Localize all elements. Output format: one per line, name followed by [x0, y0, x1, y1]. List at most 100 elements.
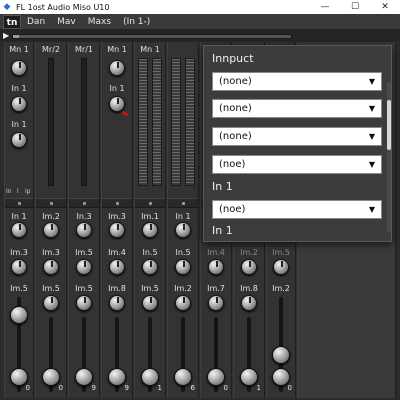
chevron-down-icon: ▼ [368, 132, 375, 141]
send-knob[interactable] [175, 222, 191, 238]
input-dropdown-2[interactable]: (none) ▼ [212, 99, 382, 118]
fader-knob[interactable] [272, 346, 290, 364]
position-slider[interactable] [12, 34, 292, 39]
knob[interactable] [11, 96, 27, 112]
position-fill [13, 35, 19, 38]
send-label: In.5 [142, 248, 158, 257]
send-label: Im.5 [75, 284, 93, 293]
input-dropdown-1[interactable]: (none) ▼ [212, 72, 382, 91]
send-knob[interactable] [241, 259, 257, 275]
level-slot [81, 58, 87, 186]
maximize-button[interactable]: ☐ [340, 0, 370, 14]
fl-logo-icon: ◆ [3, 2, 11, 12]
channel-value: 0 [287, 384, 292, 392]
input-dropdown-4[interactable]: (noe) ▼ [212, 155, 382, 174]
fader-knob[interactable] [10, 306, 28, 324]
section-divider [5, 198, 33, 208]
send-label: Im.2 [272, 284, 290, 293]
mixer-strip-1: Mn 1 In 1 In 1 In l ip In 1 Im.3 Im.5 0 [4, 42, 34, 398]
send-label: Im.3 [10, 248, 28, 257]
send-knob[interactable] [76, 295, 92, 311]
section-heading: In 1 [212, 180, 233, 193]
strip-name: Mr/2 [42, 45, 60, 54]
send-label: Im.2 [42, 212, 60, 221]
menu-item-mav[interactable]: Mav [57, 17, 76, 27]
window-title: FL 1ost Audio Miso U10 [16, 2, 110, 12]
send-label: In.3 [76, 212, 92, 221]
send-label: Im.2 [174, 284, 192, 293]
chevron-down-icon: ▼ [368, 104, 375, 113]
knob[interactable] [11, 132, 27, 148]
menu-item-input[interactable]: (In 1-) [123, 17, 150, 27]
dropdown-value: (noe) [219, 204, 246, 215]
level-meter [138, 58, 148, 186]
dropdown-value: (noe) [219, 159, 246, 170]
menu-item-maxs[interactable]: Maxs [88, 17, 111, 27]
fader-knob[interactable] [108, 368, 126, 386]
app-logo[interactable]: tn [3, 14, 21, 29]
send-knob[interactable] [175, 295, 191, 311]
mixer-strip-3: Mr/1 In.3 Im.5 Im.5 9 [68, 42, 100, 398]
fader-knob[interactable] [174, 368, 192, 386]
section-heading: In 1 [212, 224, 233, 237]
send-knob[interactable] [241, 295, 257, 311]
send-knob[interactable] [11, 222, 27, 238]
send-label: Im.5 [141, 284, 159, 293]
mixer-strip-4: Mn 1 In 1 Im.3 Im.4 Im.8 9 [101, 42, 133, 398]
io-label: l [17, 188, 19, 195]
close-button[interactable]: ✕ [370, 0, 400, 14]
fader-knob[interactable] [240, 368, 258, 386]
channel-value: 6 [190, 384, 195, 392]
send-knob[interactable] [273, 259, 289, 275]
send-label: Im.1 [141, 212, 159, 221]
send-knob[interactable] [11, 259, 27, 275]
send-knob[interactable] [109, 259, 125, 275]
send-knob[interactable] [208, 295, 224, 311]
send-knob[interactable] [43, 222, 59, 238]
send-knob[interactable] [76, 222, 92, 238]
mixer-strip-2: Mr/2 Im.2 Im.3 Im.5 0 [35, 42, 67, 398]
scrollbar-thumb[interactable] [387, 100, 391, 150]
panel-scrollbar[interactable] [387, 82, 391, 232]
input-dropdown-5[interactable]: (noe) ▼ [212, 200, 382, 219]
chevron-down-icon: ▼ [368, 77, 375, 86]
mixer-strip-5: Mn 1 Im.1 In.5 Im.5 1 [134, 42, 166, 398]
input-dropdown-3[interactable]: (none) ▼ [212, 127, 382, 146]
channel-value: 9 [91, 384, 96, 392]
io-label: ip [25, 188, 31, 195]
send-knob[interactable] [43, 295, 59, 311]
send-knob[interactable] [76, 259, 92, 275]
menu-bar: tn Dan Mav Maxs (In 1-) [0, 14, 400, 30]
minimize-button[interactable]: — [310, 0, 340, 14]
fader-knob[interactable] [207, 368, 225, 386]
title-bar: ◆ FL 1ost Audio Miso U10 — ☐ ✕ [0, 0, 400, 14]
panel-title: Innpuct [212, 52, 254, 65]
send-label: In 1 [11, 212, 27, 221]
strip-name: Mn 1 [9, 45, 29, 54]
knob[interactable] [11, 60, 27, 76]
fader-knob[interactable] [75, 368, 93, 386]
channel-value: 0 [25, 384, 30, 392]
send-knob[interactable] [175, 259, 191, 275]
send-knob[interactable] [142, 295, 158, 311]
knob-label: In 1 [11, 120, 27, 129]
play-icon[interactable]: ▶ [3, 32, 9, 40]
menu-item-dan[interactable]: Dan [27, 17, 45, 27]
send-label: Im.5 [75, 248, 93, 257]
send-knob[interactable] [109, 222, 125, 238]
io-label: In [6, 188, 12, 195]
send-knob[interactable] [142, 222, 158, 238]
fader-knob[interactable] [141, 368, 159, 386]
send-knob[interactable] [208, 259, 224, 275]
channel-value: 1 [157, 384, 162, 392]
fader-knob[interactable] [42, 368, 60, 386]
send-knob[interactable] [43, 259, 59, 275]
send-knob[interactable] [142, 259, 158, 275]
send-label: Im.8 [240, 284, 258, 293]
transport-bar: ▶ [0, 30, 400, 42]
strip-name: Mn 1 [140, 45, 160, 54]
section-divider [168, 198, 198, 208]
send-knob[interactable] [109, 295, 125, 311]
input-select-panel: Innpuct (none) ▼ (none) ▼ (none) ▼ (noe)… [203, 45, 392, 242]
knob[interactable] [109, 60, 125, 76]
